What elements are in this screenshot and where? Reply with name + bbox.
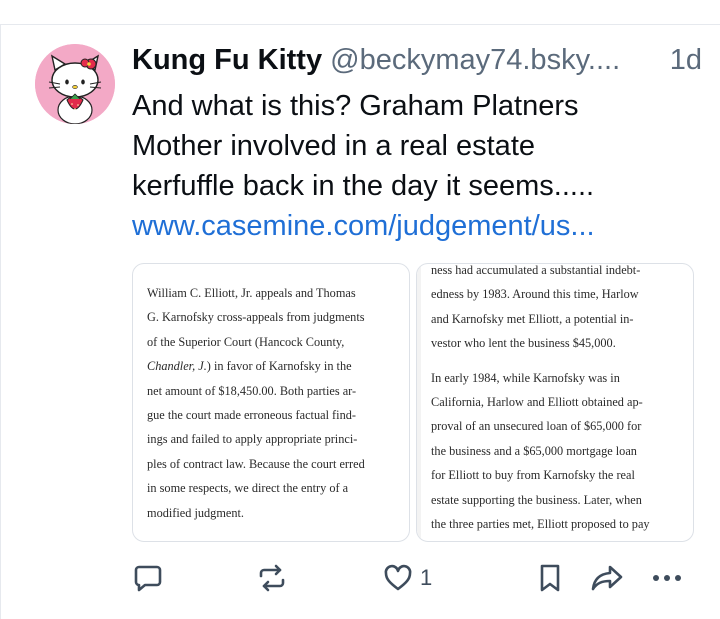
document-line: for Elliott to buy from Karnofsky the re… (431, 468, 635, 483)
hello-kitty-avatar-icon (35, 44, 115, 124)
document-line: modified judgment. (147, 505, 244, 520)
speech-bubble-icon (134, 565, 162, 592)
document-line: ples of contract law. Because the court … (147, 456, 365, 471)
bookmark-button[interactable] (534, 560, 566, 596)
post-header: Kung Fu Kitty @beckymay74.bsky.... 1d (132, 42, 702, 78)
bookmark-icon (540, 564, 560, 592)
top-divider (0, 24, 720, 25)
document-line: California, Harlow and Elliott obtained … (431, 395, 643, 410)
document-line: Chandler, J.) in favor of Karnofsky in t… (147, 359, 352, 374)
document-line: estate supporting the business. Later, w… (431, 492, 642, 507)
author-handle[interactable]: @beckymay74.bsky.... (330, 44, 620, 76)
document-line: ness had accumulated a substantial indeb… (431, 263, 641, 277)
ellipsis-icon (653, 575, 681, 581)
post-text-line: kerfuffle back in the day it seems..... (132, 170, 595, 202)
document-line: in some respects, we direct the entry of… (147, 481, 349, 496)
heart-outline-icon (384, 564, 412, 591)
more-options-button[interactable] (650, 560, 684, 596)
post-link[interactable]: www.casemine.com/judgement/us... (132, 206, 692, 246)
reply-button[interactable] (132, 560, 164, 596)
post-actions: 1 (132, 560, 692, 596)
post-body: And what is this? Graham Platners Mother… (132, 86, 692, 246)
document-line: and Karnofsky met Elliott, a potential i… (431, 311, 634, 326)
document-line: the three parties met, Elliott proposed … (431, 517, 650, 532)
scan-edge (417, 264, 421, 541)
document-line: of the Superior Court (Hancock County, (147, 334, 345, 349)
document-line: In early 1984, while Karnofsky was in (431, 370, 620, 385)
like-button[interactable]: 1 (382, 560, 432, 596)
like-count: 1 (420, 565, 433, 590)
share-button[interactable] (590, 560, 624, 596)
post-text-line: Mother involved in a real estate (132, 130, 535, 162)
court-document-scan-right: ness had accumulated a substantial indeb… (431, 263, 683, 541)
document-line: ings and failed to apply appropriate pri… (147, 432, 358, 447)
attached-image-left[interactable]: William C. Elliott, Jr. appeals and Thom… (132, 263, 410, 542)
left-divider (0, 24, 1, 619)
document-line: vestor who lent the business $45,000. (431, 336, 616, 351)
post-text-line: And what is this? Graham Platners (132, 90, 579, 122)
court-document-scan-left: William C. Elliott, Jr. appeals and Thom… (147, 281, 397, 541)
avatar[interactable] (35, 44, 115, 124)
document-line: proval of an unsecured loan of $65,000 f… (431, 419, 642, 434)
share-arrow-icon (591, 565, 623, 591)
author-name[interactable]: Kung Fu Kitty (132, 44, 322, 76)
attached-image-right[interactable]: ness had accumulated a substantial indeb… (416, 263, 694, 542)
document-line: gue the court made erroneous factual fin… (147, 408, 356, 423)
document-line: the business and a $65,000 mortgage loan (431, 443, 637, 458)
post-timestamp[interactable]: 1d (670, 42, 702, 78)
document-line: net amount of $18,450.00. Both parties a… (147, 383, 357, 398)
repost-button[interactable] (256, 560, 288, 596)
judge-name-italic: Chandler, J. (147, 359, 207, 374)
document-line: William C. Elliott, Jr. appeals and Thom… (147, 286, 356, 300)
document-line: G. Karnofsky cross-appeals from judgment… (147, 310, 365, 325)
repost-arrows-icon (259, 564, 285, 592)
document-line: edness by 1983. Around this time, Harlow (431, 287, 639, 302)
